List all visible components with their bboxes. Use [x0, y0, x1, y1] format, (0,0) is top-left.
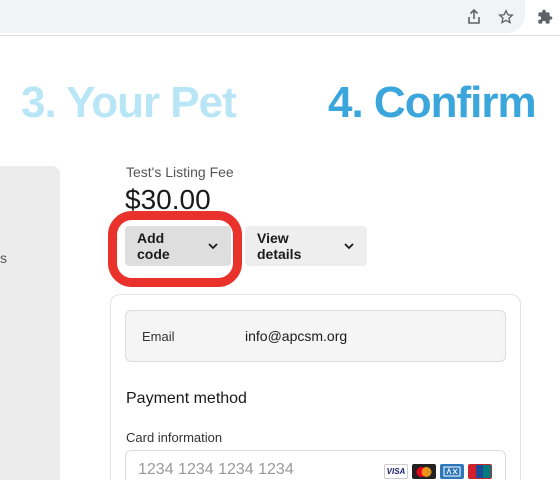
email-value: info@apcsm.org	[245, 328, 348, 344]
step-your-pet: 3. Your Pet	[21, 78, 237, 127]
star-icon[interactable]	[496, 7, 516, 27]
add-code-button[interactable]: Add code	[125, 226, 231, 266]
step-confirm: 4. Confirm	[328, 78, 537, 127]
listing-fee-label: Test's Listing Fee	[126, 164, 234, 180]
listing-fee-amount: $30.00	[125, 184, 211, 215]
browser-toolbar	[0, 0, 560, 36]
chevron-down-icon	[343, 240, 355, 252]
email-label: Email	[142, 329, 175, 344]
chevron-down-icon	[207, 240, 219, 252]
share-icon[interactable]	[464, 7, 484, 27]
address-bar[interactable]	[0, 0, 525, 33]
add-code-label: Add code	[137, 230, 170, 262]
view-details-button[interactable]: View details	[245, 226, 367, 266]
unionpay-icon	[468, 464, 492, 479]
payment-method-title: Payment method	[126, 390, 247, 407]
card-information-label: Card information	[126, 430, 223, 445]
amex-icon	[440, 464, 464, 479]
mastercard-icon	[412, 464, 436, 479]
extensions-icon[interactable]	[535, 7, 555, 27]
left-panel-partial-text: s	[0, 250, 7, 266]
left-summary-panel	[0, 166, 60, 480]
view-details-label: View details	[257, 230, 302, 262]
visa-icon: VISA	[384, 464, 408, 479]
